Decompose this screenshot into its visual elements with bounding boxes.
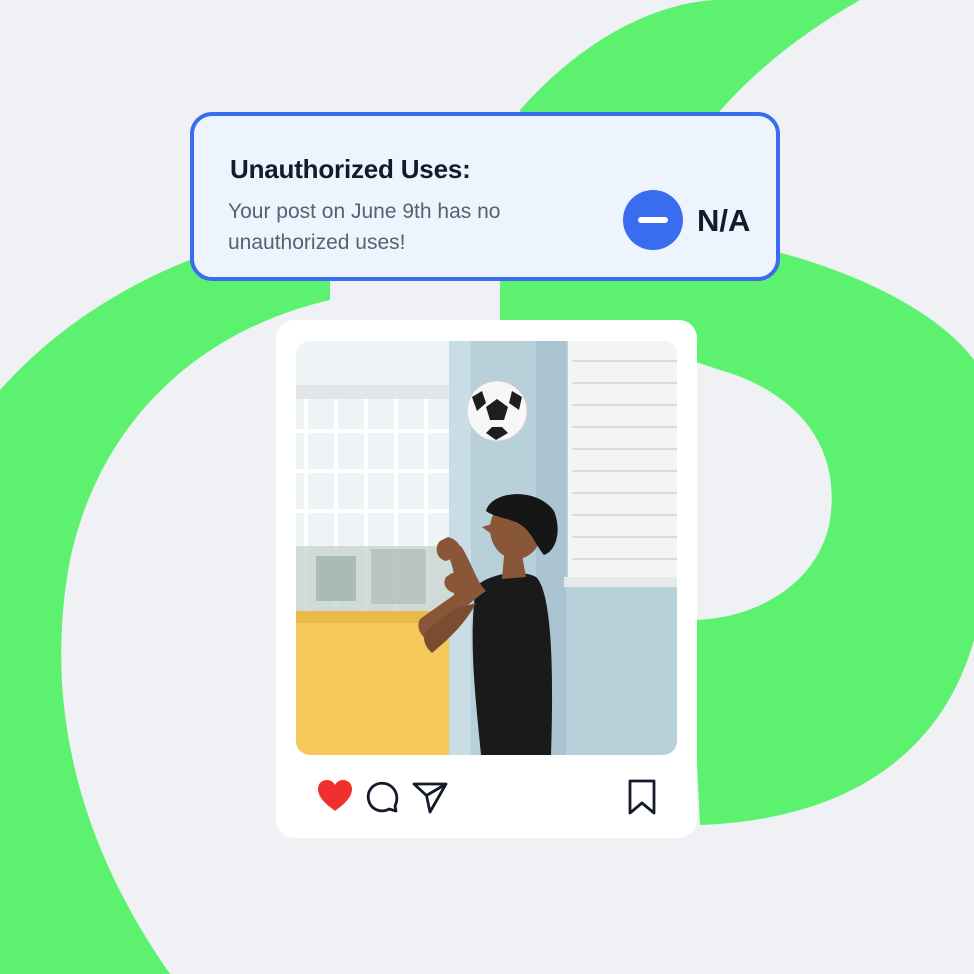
alert-message: Your post on June 9th has no unauthorize… <box>228 200 501 254</box>
heart-icon <box>318 780 352 811</box>
save-button[interactable] <box>626 778 658 816</box>
bookmark-icon <box>628 779 656 815</box>
unauthorized-uses-card: Unauthorized Uses: Your post on June 9th… <box>190 112 780 281</box>
status-value: N/A <box>697 203 751 238</box>
minus-circle-icon <box>623 190 683 250</box>
like-button[interactable] <box>316 778 354 814</box>
send-icon <box>412 782 448 814</box>
comment-icon <box>366 781 399 813</box>
share-button[interactable] <box>411 779 449 815</box>
soccer-ball <box>466 380 528 442</box>
comment-button[interactable] <box>364 779 400 815</box>
alert-title: Unauthorized Uses: <box>230 154 471 184</box>
social-post-card <box>276 320 697 838</box>
post-photo[interactable] <box>296 341 677 755</box>
